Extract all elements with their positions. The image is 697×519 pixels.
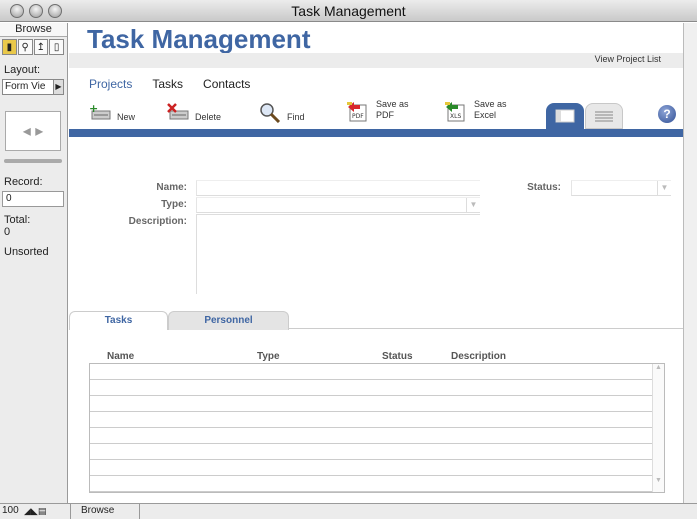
delete-label: Delete xyxy=(195,112,222,122)
list-view-button[interactable] xyxy=(585,103,623,129)
table-row[interactable] xyxy=(90,380,652,396)
chevron-down-icon: ▼ xyxy=(657,181,671,195)
type-field[interactable]: ▼ xyxy=(196,197,480,213)
table-row[interactable] xyxy=(90,476,652,492)
header-divider xyxy=(69,129,683,137)
nav-projects[interactable]: Projects xyxy=(89,77,132,91)
nav-tasks[interactable]: Tasks xyxy=(152,77,183,91)
save-pdf-label-line1: Save as xyxy=(376,99,409,109)
table-row[interactable] xyxy=(90,444,652,460)
svg-text:PDF: PDF xyxy=(352,113,364,120)
nav-contacts[interactable]: Contacts xyxy=(203,77,250,91)
find-label: Find xyxy=(287,112,305,122)
name-field[interactable] xyxy=(196,180,480,196)
layout-label: Layout: xyxy=(4,64,41,76)
excel-icon: XLS xyxy=(444,101,468,122)
browse-mode-icon[interactable]: ▮ xyxy=(2,39,17,55)
save-pdf-label-line2: PDF xyxy=(376,110,394,120)
add-record-icon: + xyxy=(89,102,113,123)
chevron-right-icon: ▶ xyxy=(53,80,63,94)
column-header-name: Name xyxy=(107,351,135,362)
tasks-portal: ▲ ▼ xyxy=(89,363,665,493)
delete-button[interactable]: Delete xyxy=(167,103,221,123)
save-excel-label-line1: Save as xyxy=(474,99,507,109)
record-number-input[interactable]: 0 xyxy=(2,191,64,207)
zoom-controls-icon[interactable]: ◢◣▤ xyxy=(24,506,46,517)
table-row[interactable] xyxy=(90,396,652,412)
window-titlebar: Task Management xyxy=(0,0,697,22)
description-label: Description: xyxy=(128,216,187,227)
table-row[interactable] xyxy=(90,428,652,444)
chevron-down-icon: ▼ xyxy=(466,198,480,212)
pdf-icon: PDF xyxy=(346,101,370,122)
list-view-icon xyxy=(595,111,613,122)
view-project-list-link[interactable]: View Project List xyxy=(595,54,661,64)
new-label: New xyxy=(117,112,136,122)
svg-text:XLS: XLS xyxy=(450,113,461,120)
mode-header: Browse xyxy=(0,23,67,37)
save-as-excel-button[interactable]: XLS Save as Excel xyxy=(444,99,507,122)
status-field[interactable]: ▼ xyxy=(571,180,671,196)
find-button[interactable]: Find xyxy=(259,103,305,124)
column-header-type: Type xyxy=(257,351,280,362)
table-row[interactable] xyxy=(90,364,652,380)
column-header-status: Status xyxy=(382,351,413,362)
header-subbar: View Project List xyxy=(69,53,683,68)
name-label: Name: xyxy=(156,182,187,193)
form-view-icon xyxy=(555,109,575,123)
save-excel-label: Save as Excel xyxy=(474,99,507,121)
table-row[interactable] xyxy=(90,412,652,428)
column-header-description: Description xyxy=(451,351,507,362)
main-content: Task Management View Project List Projec… xyxy=(69,23,683,503)
status-area: Browse ▮ ⚲ ↥ ▯ Layout: Form Vie ▶ ◂ ▸ Re… xyxy=(0,23,68,503)
sort-status: Unsorted xyxy=(4,246,49,258)
description-field[interactable] xyxy=(196,214,480,294)
record-slider[interactable] xyxy=(4,159,62,163)
delete-record-icon xyxy=(167,103,191,123)
form-view-button[interactable] xyxy=(546,103,584,129)
record-book-icon[interactable]: ◂ ▸ xyxy=(5,111,61,151)
svg-text:+: + xyxy=(89,103,98,115)
total-value: 0 xyxy=(4,226,11,238)
magnifier-icon xyxy=(259,103,283,124)
page-title: Task Management xyxy=(87,24,311,54)
layout-select[interactable]: Form Vie ▶ xyxy=(2,79,64,95)
layout-select-value: Form Vie xyxy=(5,81,46,92)
preview-mode-icon[interactable]: ▯ xyxy=(49,39,64,55)
find-mode-icon[interactable]: ⚲ xyxy=(17,39,33,55)
type-label: Type: xyxy=(161,199,187,210)
save-pdf-label: Save as PDF xyxy=(376,99,409,121)
mode-indicator[interactable]: Browse xyxy=(70,504,140,519)
mode-switcher: ▮ ⚲ ↥ ▯ xyxy=(2,39,64,55)
help-button[interactable]: ? xyxy=(658,105,676,123)
main-nav: Projects Tasks Contacts xyxy=(89,77,250,91)
new-button[interactable]: + New xyxy=(89,102,136,123)
status-label: Status: xyxy=(527,182,561,193)
portal-scrollbar[interactable]: ▲ ▼ xyxy=(652,364,664,492)
table-row[interactable] xyxy=(90,460,652,476)
save-as-pdf-button[interactable]: PDF Save as PDF xyxy=(346,99,409,122)
zoom-level[interactable]: 100 xyxy=(2,505,19,516)
window-title: Task Management xyxy=(291,3,406,19)
tab-tasks[interactable]: Tasks xyxy=(69,311,168,330)
total-label: Total: xyxy=(4,214,31,226)
window-scrollbar[interactable] xyxy=(683,23,697,503)
tab-bar: Tasks Personnel xyxy=(69,311,683,330)
layout-mode-icon[interactable]: ↥ xyxy=(33,39,49,55)
tab-personnel[interactable]: Personnel xyxy=(168,311,289,330)
record-label: Record: xyxy=(4,176,43,188)
status-bar: 100 ◢◣▤ Browse xyxy=(0,503,697,519)
save-excel-label-line2: Excel xyxy=(474,110,497,120)
